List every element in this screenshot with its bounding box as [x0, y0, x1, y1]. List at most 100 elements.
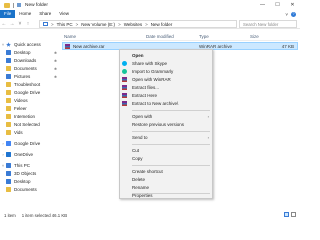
folder-icon	[6, 130, 11, 135]
sidebar-item-label: Not Selected	[14, 122, 40, 127]
sidebar-item-label: Documents	[14, 66, 37, 71]
menu-item-open-with[interactable]: Open with ›	[120, 113, 212, 120]
details-view-icon[interactable]	[284, 212, 289, 217]
help-icon[interactable]: ?	[291, 11, 296, 17]
title-separator	[13, 2, 14, 8]
sidebar-item-label: Downloads	[14, 58, 37, 63]
star-icon	[6, 42, 11, 47]
menu-item-open[interactable]: Open	[120, 52, 212, 59]
tab-share[interactable]: Share	[35, 10, 55, 18]
menu-item-label: Delete	[132, 177, 146, 182]
menu-item-label: Cut	[132, 148, 140, 153]
folder-icon	[6, 82, 11, 87]
minimize-button[interactable]: —	[255, 0, 270, 10]
sidebar-item-google-drive[interactable]: Google Drive	[0, 89, 60, 96]
close-button[interactable]: ✕	[285, 0, 300, 10]
status-item-count: 1 item	[4, 212, 16, 218]
sidebar-item-pc-desktop[interactable]: Desktop	[0, 178, 60, 185]
folder-icon	[6, 122, 11, 127]
sidebar-item-label: Pictures	[14, 74, 31, 79]
sidebar-item-intemetion[interactable]: Intemetion	[0, 113, 60, 120]
winrar-icon	[122, 93, 127, 98]
menu-item-properties[interactable]: Properties	[120, 192, 212, 199]
forward-button[interactable]: →	[8, 21, 16, 27]
menu-item-label: Extract files...	[132, 85, 160, 90]
sidebar-item-videos[interactable]: Videos	[0, 97, 60, 104]
menu-item-open-with-winrar[interactable]: Open with WinRAR	[120, 76, 212, 83]
sidebar-item-vids[interactable]: Vids	[0, 129, 60, 136]
3d-objects-icon	[6, 171, 11, 176]
sidebar-item-not-selected[interactable]: Not Selected	[0, 121, 60, 128]
menu-item-send-to[interactable]: Send to ›	[120, 134, 212, 141]
recent-locations-button[interactable]: ˅	[16, 21, 24, 27]
breadcrumb-volume[interactable]: New Volume (E:)	[81, 22, 115, 27]
sidebar-item-label: Desktop	[14, 50, 31, 55]
back-button[interactable]: ←	[0, 21, 8, 27]
ribbon-right: ˅ ?	[285, 10, 296, 18]
context-menu: Open Share with Skype Import to Grammarl…	[119, 49, 213, 199]
menu-item-share-with-skype[interactable]: Share with Skype	[120, 60, 212, 67]
tab-file[interactable]: File	[0, 10, 16, 18]
menu-item-rename[interactable]: Rename	[120, 184, 212, 191]
sidebar-item-label: Feleer	[14, 106, 27, 111]
menu-item-label: Open with WinRAR	[132, 77, 171, 82]
google-drive-icon	[6, 141, 11, 146]
column-header-size[interactable]: Size	[250, 32, 259, 40]
sidebar-item-label: Videos	[14, 98, 28, 103]
menu-item-create-shortcut[interactable]: Create shortcut	[120, 168, 212, 175]
sidebar-item-onedrive[interactable]: › OneDrive	[0, 151, 60, 158]
quick-access-toolbar-icon[interactable]	[17, 3, 21, 7]
menu-item-label: Import to Grammarly	[132, 69, 174, 74]
menu-separator	[132, 110, 210, 111]
column-header-type[interactable]: Type	[199, 32, 209, 40]
pin-icon: ✱	[54, 66, 57, 71]
menu-item-extract-files[interactable]: Extract files...	[120, 84, 212, 91]
column-header-name[interactable]: Name	[64, 32, 76, 40]
breadcrumb-separator: >	[118, 21, 121, 27]
sidebar-item-downloads[interactable]: Downloads ✱	[0, 57, 60, 64]
address-bar[interactable]: > This PC > New Volume (E:) > Websites >…	[39, 20, 237, 28]
sidebar-item-troubleshoot[interactable]: Troubleshoot	[0, 81, 60, 88]
expand-ribbon-icon[interactable]: ˅	[285, 12, 288, 17]
winrar-icon	[122, 85, 127, 90]
menu-item-label: Extract Here	[132, 93, 158, 98]
sidebar-item-pc-documents[interactable]: Documents	[0, 186, 60, 193]
chevron-down-icon[interactable]: ˅	[0, 42, 6, 47]
sidebar-item-feleer[interactable]: Feleer	[0, 105, 60, 112]
menu-item-extract-to-folder[interactable]: Extract to New archive\	[120, 100, 212, 107]
sidebar-item-desktop[interactable]: Desktop ✱	[0, 49, 60, 56]
search-input[interactable]: Search New folder	[239, 20, 297, 28]
menu-item-cut[interactable]: Cut	[120, 147, 212, 154]
menu-item-restore-previous-versions[interactable]: Restore previous versions	[120, 121, 212, 128]
menu-item-extract-here[interactable]: Extract Here	[120, 92, 212, 99]
sidebar-item-pictures[interactable]: Pictures ✱	[0, 73, 60, 80]
sidebar-item-label: Troubleshoot	[14, 82, 41, 87]
sidebar-item-google-drive-root[interactable]: › Google Drive	[0, 140, 60, 147]
menu-item-delete[interactable]: Delete	[120, 176, 212, 183]
sidebar-item-label: Google Drive	[14, 141, 41, 146]
breadcrumb-this-pc[interactable]: This PC	[57, 22, 73, 27]
skype-icon	[122, 61, 127, 66]
status-selection: 1 item selected 46.1 KB	[21, 212, 68, 218]
tab-home[interactable]: Home	[15, 10, 35, 18]
sidebar-item-3d-objects[interactable]: 3D Objects	[0, 170, 60, 177]
onedrive-icon	[6, 152, 11, 157]
menu-item-label: Share with Skype	[132, 61, 168, 66]
column-header-date-modified[interactable]: Date modified	[146, 32, 174, 40]
sidebar-item-this-pc[interactable]: ˅ This PC	[0, 162, 60, 169]
menu-item-import-to-grammarly[interactable]: Import to Grammarly	[120, 68, 212, 75]
header-divider	[62, 40, 298, 41]
maximize-button[interactable]: ☐	[270, 0, 285, 10]
menu-item-label: Send to	[132, 135, 148, 140]
sidebar-item-quick-access[interactable]: ˅ Quick access	[0, 41, 60, 48]
large-icons-view-icon[interactable]	[291, 212, 296, 217]
menu-item-copy[interactable]: Copy	[120, 155, 212, 162]
breadcrumb-new-folder[interactable]: New folder	[151, 22, 173, 27]
tab-view[interactable]: View	[55, 10, 73, 18]
sidebar-item-label: Vids	[14, 130, 23, 135]
sidebar-item-documents[interactable]: Documents ✱	[0, 65, 60, 72]
up-button[interactable]: ↑	[24, 21, 32, 27]
breadcrumb-websites[interactable]: Websites	[124, 22, 142, 27]
pictures-icon	[6, 74, 11, 79]
winrar-icon	[122, 101, 127, 106]
